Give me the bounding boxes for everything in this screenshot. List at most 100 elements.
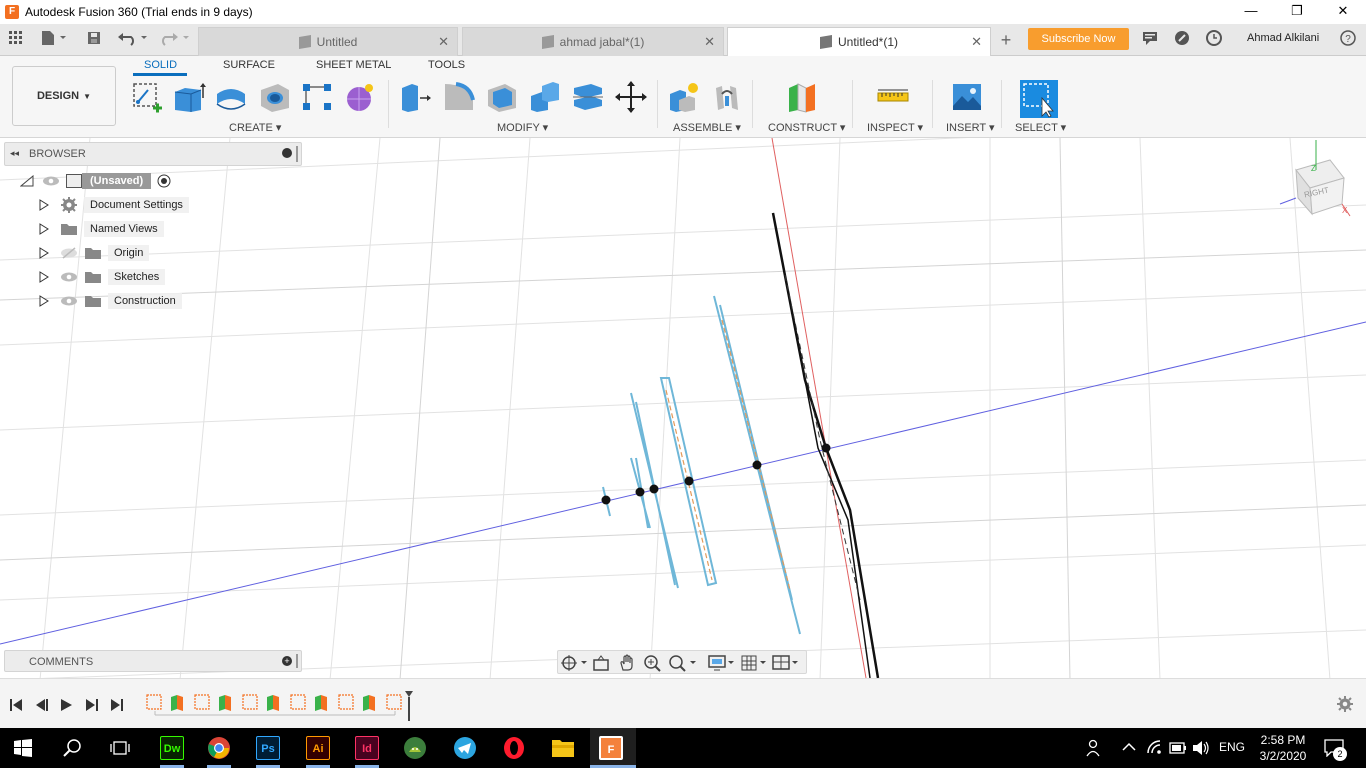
minimize-button[interactable]: —: [1228, 0, 1274, 24]
app-grid-icon[interactable]: [6, 30, 26, 50]
insert-menu[interactable]: INSERT ▾: [946, 121, 995, 134]
volume-icon[interactable]: [1192, 740, 1210, 756]
insert-image-icon[interactable]: [950, 80, 984, 114]
timeline-features[interactable]: [143, 691, 413, 721]
workspace-switcher[interactable]: DESIGN ▼: [12, 66, 116, 126]
battery-icon[interactable]: [1169, 741, 1187, 755]
orbit-icon[interactable]: [560, 654, 588, 672]
assemble-menu[interactable]: ASSEMBLE ▾: [673, 121, 741, 134]
tab-ahmad-jabal[interactable]: ahmad jabal*(1) ✕: [462, 27, 724, 56]
select-menu[interactable]: SELECT ▾: [1015, 121, 1066, 134]
inspect-menu[interactable]: INSPECT ▾: [867, 121, 923, 134]
job-status-icon[interactable]: [1172, 30, 1192, 50]
help-icon[interactable]: ?: [1338, 30, 1358, 50]
expand-triangle-icon[interactable]: [38, 199, 50, 211]
fillet-icon[interactable]: [442, 80, 476, 114]
comments-panel-header[interactable]: COMMENTS +: [4, 650, 302, 672]
minimize-panel-icon[interactable]: [282, 148, 292, 158]
tree-item-named-views[interactable]: Named Views: [38, 219, 164, 239]
task-view-icon[interactable]: [110, 739, 130, 757]
chrome-app-icon[interactable]: [207, 736, 231, 760]
expand-triangle-icon[interactable]: [38, 223, 50, 235]
eye-icon[interactable]: [42, 175, 60, 187]
people-icon[interactable]: [1086, 739, 1102, 757]
eye-hidden-icon[interactable]: [60, 247, 78, 259]
offset-plane-icon[interactable]: [786, 80, 820, 114]
add-comment-icon[interactable]: +: [282, 656, 292, 666]
combine-icon[interactable]: [528, 80, 562, 114]
telegram-app-icon[interactable]: [453, 736, 477, 760]
select-icon[interactable]: [1020, 80, 1058, 118]
tree-root[interactable]: (Unsaved): [20, 171, 171, 191]
indesign-app-icon[interactable]: Id: [355, 736, 379, 760]
joint-icon[interactable]: [710, 80, 744, 114]
root-component-label[interactable]: (Unsaved): [82, 173, 152, 189]
split-body-icon[interactable]: [571, 80, 605, 114]
new-tab-button[interactable]: +: [996, 30, 1016, 50]
shell-icon[interactable]: [485, 80, 519, 114]
display-settings-icon[interactable]: [708, 654, 736, 672]
pattern-icon[interactable]: [300, 80, 334, 114]
save-icon[interactable]: [84, 30, 104, 50]
modify-menu[interactable]: MODIFY ▾: [497, 121, 548, 134]
look-at-icon[interactable]: [592, 654, 610, 672]
hole-icon[interactable]: [258, 80, 292, 114]
language-indicator[interactable]: ENG: [1219, 740, 1245, 754]
search-icon[interactable]: [63, 738, 83, 758]
opera-app-icon[interactable]: [502, 736, 526, 760]
windows-start-icon[interactable]: [14, 739, 32, 757]
zoom-icon[interactable]: [643, 654, 663, 672]
timeline-settings-gear-icon[interactable]: [1336, 695, 1354, 713]
illustrator-app-icon[interactable]: Ai: [306, 736, 330, 760]
skip-to-end-button[interactable]: [108, 695, 126, 715]
create-menu[interactable]: CREATE ▾: [229, 121, 281, 134]
tree-item-construction[interactable]: Construction: [38, 291, 182, 311]
revolve-icon[interactable]: [214, 80, 248, 114]
browser-panel-header[interactable]: ◂◂ BROWSER: [4, 142, 302, 166]
activate-radio-icon[interactable]: [157, 174, 171, 188]
panel-grip-icon[interactable]: [296, 146, 298, 162]
dreamweaver-app-icon[interactable]: Dw: [160, 736, 184, 760]
undo-icon[interactable]: [116, 30, 152, 50]
tree-item-document-settings[interactable]: Document Settings: [38, 195, 189, 215]
file-menu-icon[interactable]: [38, 30, 70, 50]
measure-icon[interactable]: [876, 80, 910, 114]
construct-menu[interactable]: CONSTRUCT ▾: [768, 121, 845, 134]
eye-icon[interactable]: [60, 271, 78, 283]
expand-triangle-icon[interactable]: [38, 295, 50, 307]
press-pull-icon[interactable]: [398, 80, 432, 114]
extrude-icon[interactable]: [172, 80, 206, 114]
pan-hand-icon[interactable]: [618, 654, 636, 672]
tab-untitled[interactable]: Untitled ✕: [198, 27, 458, 56]
new-component-icon[interactable]: [667, 80, 701, 114]
expand-triangle-icon[interactable]: [38, 247, 50, 259]
maximize-button[interactable]: ❐: [1274, 0, 1320, 24]
step-back-button[interactable]: [32, 695, 50, 715]
user-name[interactable]: Ahmad Alkilani: [1247, 32, 1319, 44]
create-sketch-icon[interactable]: [130, 80, 164, 114]
close-tab-icon[interactable]: ✕: [438, 34, 449, 50]
tab-surface[interactable]: SURFACE: [223, 59, 275, 71]
chevron-up-icon[interactable]: [1122, 742, 1136, 752]
subscribe-button[interactable]: Subscribe Now: [1028, 28, 1129, 50]
tab-untitled-1[interactable]: Untitled*(1) ✕: [727, 27, 991, 56]
3d-canvas[interactable]: RIGHT Z X: [0, 138, 1366, 678]
eye-icon[interactable]: [60, 295, 78, 307]
file-explorer-icon[interactable]: [551, 737, 575, 759]
photoshop-app-icon[interactable]: Ps: [256, 736, 280, 760]
tab-solid[interactable]: SOLID: [144, 59, 177, 71]
tab-sheet-metal[interactable]: SHEET METAL: [316, 59, 391, 71]
system-clock[interactable]: 2:58 PM 3/2/2020: [1255, 732, 1311, 764]
create-form-icon[interactable]: [342, 80, 376, 114]
close-tab-icon[interactable]: ✕: [971, 34, 982, 50]
android-studio-icon[interactable]: [403, 736, 427, 760]
move-copy-icon[interactable]: [614, 80, 648, 114]
history-clock-icon[interactable]: [1204, 30, 1224, 50]
collapse-triangle-icon[interactable]: [20, 175, 34, 187]
panel-grip-icon[interactable]: [296, 654, 298, 668]
fit-view-icon[interactable]: [668, 654, 698, 672]
tree-item-origin[interactable]: Origin: [38, 243, 150, 263]
play-button[interactable]: [58, 695, 76, 715]
step-forward-button[interactable]: [82, 695, 100, 715]
wifi-icon[interactable]: [1146, 739, 1164, 757]
